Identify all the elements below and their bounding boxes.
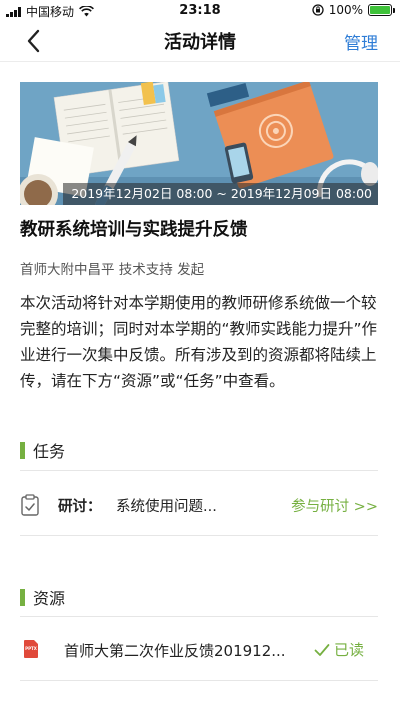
divider: [20, 535, 378, 536]
manage-button[interactable]: 管理: [344, 29, 378, 54]
divider: [20, 680, 378, 681]
activity-date-range: 2019年12月02日 08:00 ~ 2019年12月09日 08:00: [63, 183, 378, 205]
checkmark-icon: [314, 643, 330, 656]
divider: [20, 616, 378, 617]
activity-description: 本次活动将针对本学期使用的教师研修系统做一个较完整的培训；同时对本学期的“教师实…: [20, 294, 378, 390]
task-item[interactable]: 研讨： 系统使用问题... 参与研讨 >>: [20, 484, 378, 524]
task-title: 系统使用问题...: [116, 499, 217, 515]
tasks-section-header: 任务: [20, 438, 65, 462]
resources-heading: 资源: [33, 589, 66, 608]
navigation-bar: 活动详情 管理: [0, 22, 400, 62]
section-accent-bar: [20, 588, 25, 606]
activity-title: 教研系统培训与实践提升反馈: [20, 220, 248, 240]
section-accent-bar: [20, 441, 25, 459]
tasks-heading: 任务: [33, 442, 66, 461]
battery-percent: 100%: [328, 3, 363, 17]
divider: [20, 470, 378, 471]
clipboard-check-icon: [21, 494, 39, 516]
orientation-lock-icon: [312, 4, 324, 16]
page-title: 活动详情: [164, 32, 236, 53]
read-status: 已读: [314, 639, 364, 660]
read-status-label: 已读: [333, 641, 364, 659]
battery-icon: [368, 4, 395, 16]
join-discussion-link[interactable]: 参与研讨 >>: [291, 495, 378, 516]
resources-section-header: 资源: [20, 585, 65, 609]
resource-name: 首师大第二次作业反馈201912...: [64, 642, 286, 660]
status-bar: 中国移动 23:18 100%: [0, 0, 400, 22]
resource-item[interactable]: PPTX 首师大第二次作业反馈201912... 已读: [20, 632, 378, 668]
pptx-file-icon: PPTX: [24, 640, 38, 658]
activity-banner: 2019年12月02日 08:00 ~ 2019年12月09日 08:00: [20, 82, 378, 205]
activity-organizer: 首师大附中昌平 技术支持 发起: [20, 262, 205, 278]
task-type-label: 研讨：: [58, 499, 102, 515]
